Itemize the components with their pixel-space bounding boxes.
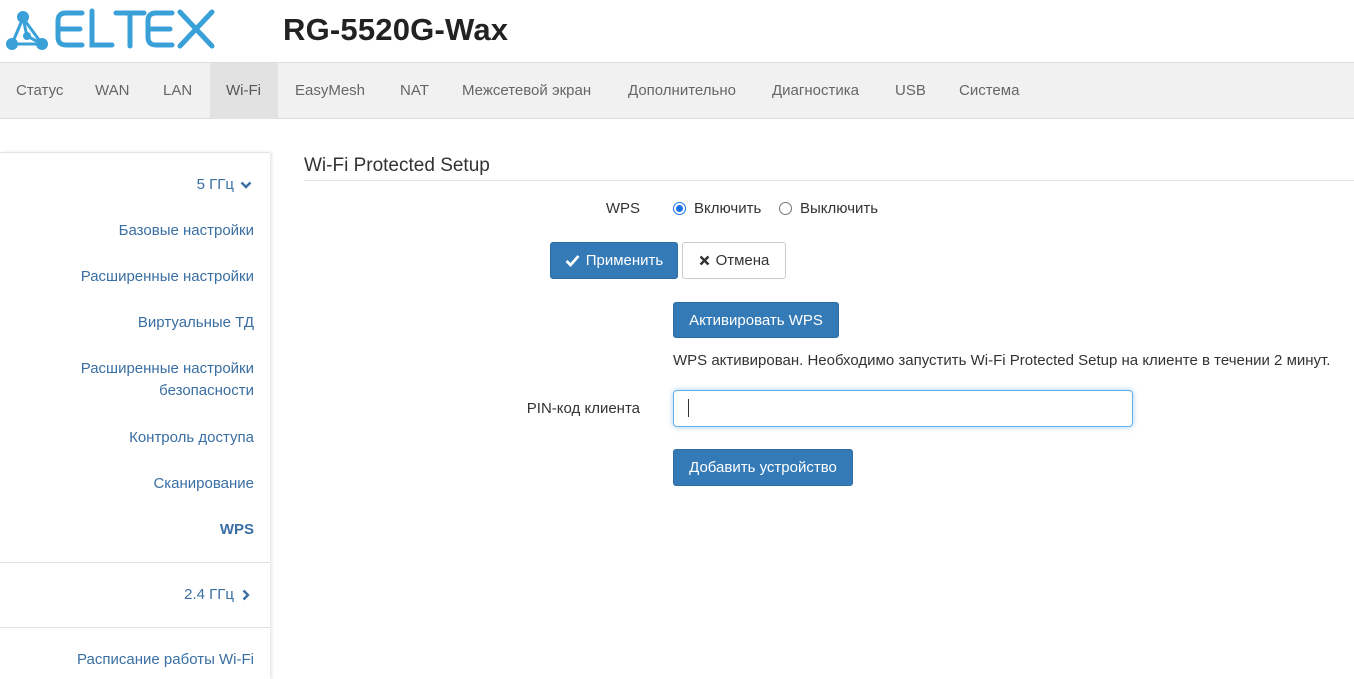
close-icon (699, 255, 709, 266)
page-title: Wi-Fi Protected Setup (304, 155, 490, 176)
nav-diagnostics[interactable]: Диагностика (756, 63, 875, 119)
wps-disable-radio[interactable]: Выключить (779, 200, 878, 217)
main-nav: Статус WAN LAN Wi-Fi EasyMesh NAT Межсет… (0, 62, 1354, 119)
sidebar-band-5ghz[interactable]: 5 ГГц (197, 174, 252, 196)
sidebar-item-access-control[interactable]: Контроль доступа (129, 427, 254, 449)
nav-advanced[interactable]: Дополнительно (612, 63, 752, 119)
sidebar-item-wps[interactable]: WPS (220, 519, 254, 541)
add-device-button[interactable]: Добавить устройство (673, 449, 853, 486)
text-caret (688, 399, 689, 417)
wps-enable-radio[interactable]: Включить (673, 200, 761, 217)
activate-wps-button[interactable]: Активировать WPS (673, 302, 839, 338)
nav-wan[interactable]: WAN (79, 63, 145, 119)
nav-wifi[interactable]: Wi-Fi (210, 63, 278, 119)
cancel-button[interactable]: Отмена (682, 242, 786, 279)
nav-status[interactable]: Статус (0, 63, 79, 119)
sidebar-band-24ghz[interactable]: 2.4 ГГц (184, 584, 252, 606)
nav-system[interactable]: Система (943, 63, 1035, 119)
nav-firewall[interactable]: Межсетевой экран (446, 63, 607, 119)
apply-button[interactable]: Применить (550, 242, 678, 279)
apply-button-label: Применить (585, 252, 664, 269)
wps-disable-label: Выключить (800, 200, 879, 217)
sidebar-divider (0, 562, 270, 563)
network-nodes-icon (6, 11, 48, 50)
chevron-down-icon (240, 181, 252, 189)
cancel-button-label: Отмена (715, 252, 770, 269)
sidebar-band-5ghz-label: 5 ГГц (196, 176, 234, 193)
sidebar-divider (0, 627, 270, 628)
wps-enable-label: Включить (694, 200, 762, 217)
title-divider (304, 180, 1354, 181)
pin-label: PIN-код клиента (526, 400, 640, 417)
sidebar-item-security-line1: Расширенные настройки (80, 360, 254, 377)
radio-checked-icon[interactable] (673, 202, 686, 215)
nav-easymesh[interactable]: EasyMesh (279, 63, 381, 119)
eltex-logo[interactable] (4, 6, 218, 52)
nav-nat[interactable]: NAT (384, 63, 445, 119)
pin-input[interactable] (673, 390, 1133, 427)
sidebar-item-schedule[interactable]: Расписание работы Wi-Fi (77, 649, 254, 671)
device-model-title: RG-5520G-Wax (283, 12, 509, 47)
sidebar-item-scan[interactable]: Сканирование (153, 473, 254, 495)
chevron-right-icon (242, 589, 250, 601)
nav-usb[interactable]: USB (879, 63, 942, 119)
sidebar-item-security-line2: безопасности (159, 382, 254, 399)
wps-status-message: WPS активирован. Необходимо запустить Wi… (673, 352, 1331, 369)
sidebar-item-security[interactable]: Расширенные настройки безопасности (81, 358, 254, 402)
wps-label: WPS (605, 200, 640, 217)
sidebar-item-advanced[interactable]: Расширенные настройки (81, 266, 254, 288)
radio-unchecked-icon[interactable] (779, 202, 792, 215)
nav-lan[interactable]: LAN (147, 63, 208, 119)
sidebar-item-virtual-ap[interactable]: Виртуальные ТД (138, 312, 254, 334)
header: RG-5520G-Wax (0, 0, 1354, 62)
sidebar-item-basic[interactable]: Базовые настройки (119, 220, 254, 242)
check-icon (565, 255, 580, 267)
sidebar: 5 ГГц Базовые настройки Расширенные наст… (0, 152, 270, 679)
sidebar-band-24ghz-label: 2.4 ГГц (184, 586, 234, 603)
